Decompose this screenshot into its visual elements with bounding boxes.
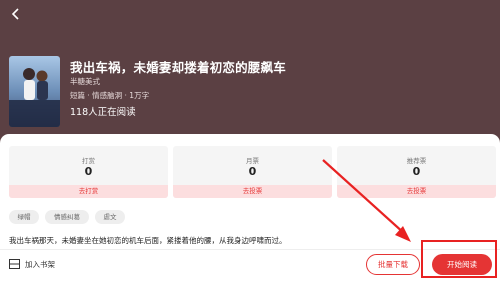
reading-count: 118人正在阅读 xyxy=(70,107,136,118)
stat-label: 打赏 xyxy=(82,157,95,165)
stat-value: 0 xyxy=(248,165,257,178)
stat-value: 0 xyxy=(412,165,421,178)
chevron-left-icon xyxy=(11,8,19,20)
tag-chip[interactable]: 情感纠葛 xyxy=(45,210,89,224)
stat-card-recommend-ticket: 推荐票 0 去投票 xyxy=(337,146,496,198)
book-meta: 短篇 · 情感脑洞 · 1万字 xyxy=(70,91,150,100)
book-title: 我出车祸，未婚妻却搂着初恋的腰飙车 xyxy=(70,60,286,75)
vote-monthly-button[interactable]: 去投票 xyxy=(173,185,332,198)
stat-card-tip: 打赏 0 去打赏 xyxy=(9,146,168,198)
vote-recommend-button[interactable]: 去投票 xyxy=(337,185,496,198)
back-button[interactable] xyxy=(7,5,25,23)
bookshelf-label: 加入书架 xyxy=(25,259,55,269)
bookshelf-icon xyxy=(9,259,20,269)
stat-label: 月票 xyxy=(246,157,259,165)
book-synopsis[interactable]: 我出车祸那天，未婚妻坐在她初恋的机车后面，紧搂着他的腰，从我身边呼啸而过。 xyxy=(9,235,287,246)
book-cover[interactable] xyxy=(9,56,60,127)
batch-download-button[interactable]: 批量下载 xyxy=(366,254,420,275)
stat-card-monthly-ticket: 月票 0 去投票 xyxy=(173,146,332,198)
stat-value: 0 xyxy=(84,165,93,178)
book-author[interactable]: 半糖美式 xyxy=(70,76,100,87)
annotation-highlight-box xyxy=(421,240,497,278)
tag-chip[interactable]: 虐文 xyxy=(95,210,125,224)
add-to-bookshelf-button[interactable]: 加入书架 xyxy=(9,257,55,271)
tip-button[interactable]: 去打赏 xyxy=(9,185,168,198)
tag-chip[interactable]: 绿帽 xyxy=(9,210,39,224)
stat-label: 推荐票 xyxy=(406,157,427,165)
